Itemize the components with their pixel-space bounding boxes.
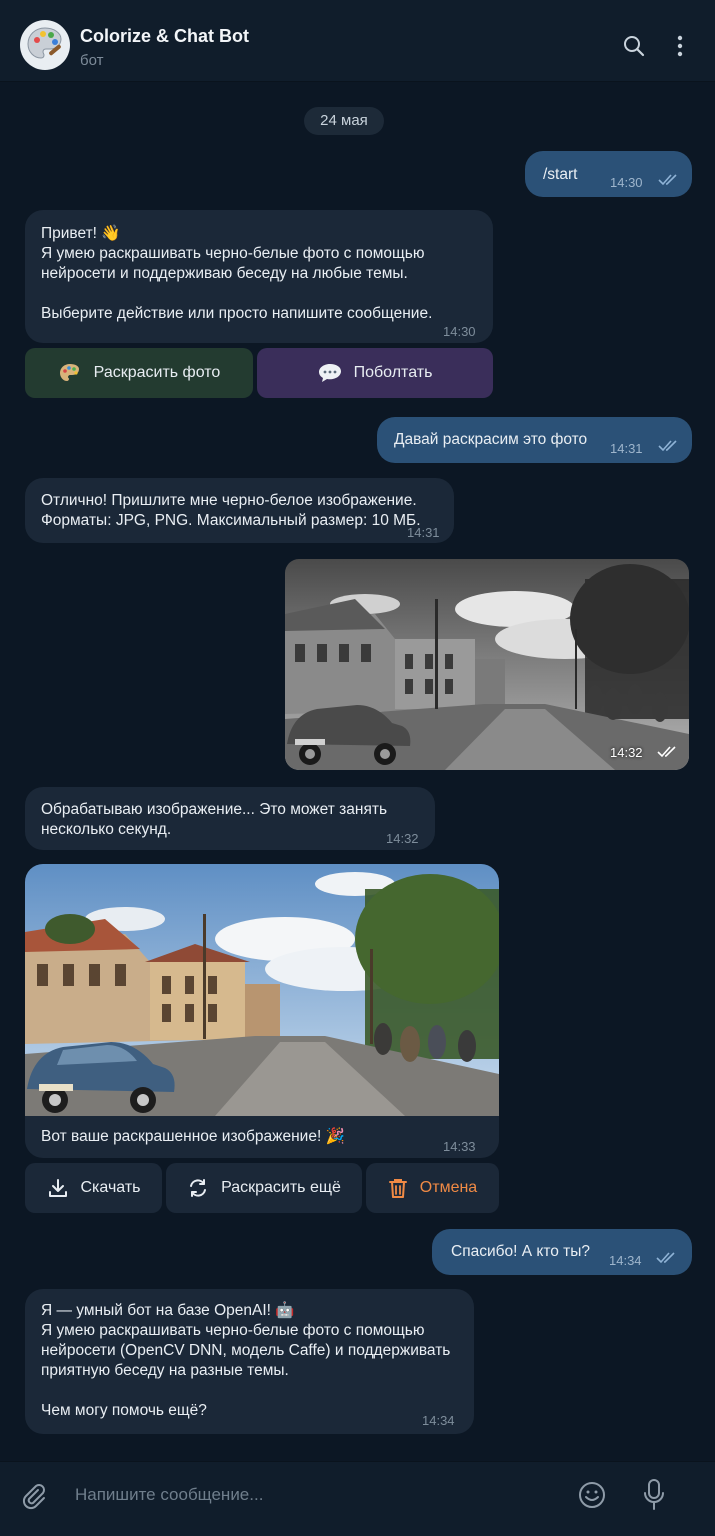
- message-time: 14:30: [443, 324, 476, 339]
- palette-icon: [59, 364, 79, 381]
- incoming-message[interactable]: Я — умный бот на базе OpenAI! 🤖 Я умею р…: [25, 1289, 474, 1434]
- speech-bubble-icon: [318, 364, 341, 382]
- date-separator: 24 мая: [304, 107, 384, 135]
- download-button[interactable]: Скачать: [25, 1163, 162, 1213]
- outgoing-message[interactable]: Давай раскрасим это фото 14:31: [377, 417, 692, 463]
- message-text: Привет! 👋 Я умею раскрашивать черно-белы…: [41, 225, 433, 322]
- message-time: 14:31: [610, 441, 643, 456]
- trash-icon: [388, 1179, 407, 1198]
- incoming-message[interactable]: Обрабатываю изображение... Это может зан…: [25, 787, 435, 850]
- button-label: Скачать: [80, 1179, 141, 1196]
- cancel-button[interactable]: Отмена: [366, 1163, 499, 1213]
- message-time: 14:32: [610, 745, 643, 760]
- outgoing-message[interactable]: /start 14:30: [525, 151, 692, 197]
- refresh-icon: [190, 1179, 207, 1197]
- outgoing-photo-message[interactable]: 14:32: [285, 559, 689, 770]
- message-time: 14:32: [386, 831, 419, 846]
- recolor-button[interactable]: Раскрасить ещё: [166, 1163, 362, 1213]
- message-text: Я — умный бот на базе OpenAI! 🤖 Я умею р…: [41, 1302, 451, 1419]
- bw-street-photo: [285, 559, 689, 770]
- palette-icon: [27, 27, 62, 59]
- incoming-message[interactable]: Привет! 👋 Я умею раскрашивать черно-белы…: [25, 210, 493, 343]
- chat-header: Colorize & Chat Bot бот: [0, 0, 715, 82]
- chat-button[interactable]: Поболтать: [257, 348, 493, 398]
- incoming-message[interactable]: Отлично! Пришлите мне черно-белое изобра…: [25, 478, 454, 543]
- message-text: Давай раскрасим это фото: [394, 431, 588, 448]
- message-text: Спасибо! А кто ты?: [451, 1243, 591, 1260]
- incoming-photo-message[interactable]: Вот ваше раскрашенное изображение! 🎉 14:…: [25, 864, 499, 1158]
- emoji-icon[interactable]: [577, 1480, 607, 1510]
- attachment-icon[interactable]: [20, 1482, 46, 1512]
- color-street-photo: [25, 864, 499, 1116]
- more-menu-icon[interactable]: [670, 34, 690, 58]
- colorized-photo[interactable]: [25, 864, 499, 1116]
- read-checkmarks-icon: [658, 440, 677, 452]
- button-label: Поболтать: [353, 364, 433, 381]
- download-icon: [48, 1179, 67, 1197]
- microphone-icon[interactable]: [641, 1478, 667, 1512]
- bot-avatar[interactable]: [20, 20, 70, 70]
- read-checkmarks-icon: [658, 174, 677, 186]
- colorize-photo-button[interactable]: Раскрасить фото: [25, 348, 253, 398]
- message-input[interactable]: Напишите сообщение...: [75, 1485, 263, 1505]
- button-label: Раскрасить фото: [93, 364, 221, 381]
- read-checkmarks-icon: [657, 746, 676, 758]
- search-icon[interactable]: [622, 34, 646, 58]
- message-text: Обрабатываю изображение... Это может зан…: [41, 801, 388, 838]
- chat-title: Colorize & Chat Bot: [80, 26, 249, 46]
- outgoing-message[interactable]: Спасибо! А кто ты? 14:34: [432, 1229, 692, 1275]
- button-label: Отмена: [419, 1179, 478, 1196]
- message-time: 14:31: [407, 525, 440, 540]
- message-time: 14:33: [443, 1139, 476, 1154]
- chat-subtitle: бот: [80, 52, 104, 69]
- message-time: 14:34: [609, 1253, 642, 1268]
- read-checkmarks-icon: [656, 1252, 675, 1264]
- message-text: /start: [543, 166, 578, 183]
- message-text: Отлично! Пришлите мне черно-белое изобра…: [41, 492, 421, 529]
- message-time: 14:34: [422, 1413, 455, 1428]
- message-time: 14:30: [610, 175, 643, 190]
- message-text: Вот ваше раскрашенное изображение! 🎉: [41, 1128, 345, 1145]
- button-label: Раскрасить ещё: [221, 1179, 341, 1196]
